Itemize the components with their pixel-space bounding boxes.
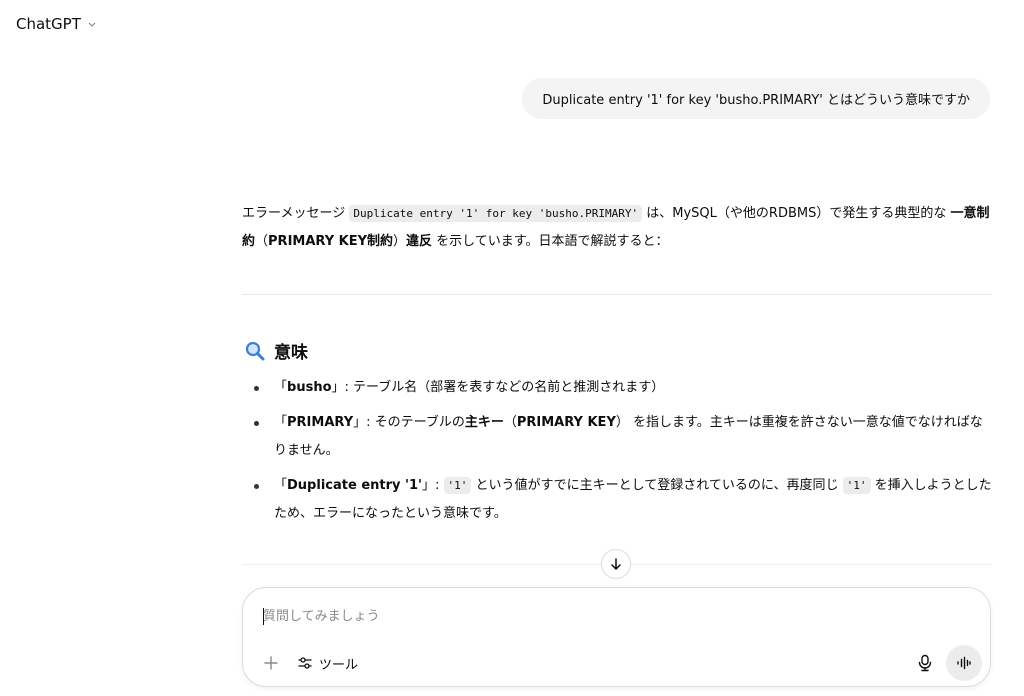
inline-code: '1' xyxy=(842,477,871,494)
scroll-to-bottom-button[interactable] xyxy=(601,549,631,579)
top-bar: ChatGPT xyxy=(0,0,1024,52)
inline-code: '1' xyxy=(443,477,472,494)
item-bold: PRIMARY KEY xyxy=(516,415,616,430)
voice-mode-button[interactable] xyxy=(946,645,982,681)
intro-text-2: は、MySQL（や他のRDBMS）で発生する典型的な xyxy=(642,206,951,221)
item-text: 」: xyxy=(422,478,444,493)
list-item: 「PRIMARY」: そのテーブルの主キー（PRIMARY KEY） を指します… xyxy=(254,409,992,465)
item-bold: 主キー xyxy=(464,415,504,430)
composer: ツール xyxy=(242,587,991,687)
chevron-down-icon xyxy=(88,22,96,27)
item-text: 「 xyxy=(274,415,288,430)
item-bold: busho xyxy=(287,380,332,395)
list-item: 「busho」: テーブル名（部署を表すなどの名前と推測されます） xyxy=(254,374,992,402)
plus-icon xyxy=(264,656,278,670)
tools-button[interactable]: ツール xyxy=(297,651,358,675)
model-switcher[interactable]: ChatGPT xyxy=(16,15,97,33)
user-message-text: Duplicate entry '1' for key 'busho.PRIMA… xyxy=(542,93,970,108)
item-text: 「 xyxy=(274,478,288,493)
section-title: 意味 xyxy=(274,343,308,363)
item-text: 」: そのテーブルの xyxy=(353,415,465,430)
item-text: という値がすでに主キーとして登録されているのに、再度同じ xyxy=(471,478,843,493)
voice-mode-icon xyxy=(957,656,971,670)
intro-text-4: ） xyxy=(393,234,407,249)
intro-bold-2: PRIMARY KEY制約 xyxy=(268,234,394,249)
item-bold: Duplicate entry '1' xyxy=(287,478,423,493)
list-item: 「Duplicate entry '1'」: '1' という値がすでに主キーとし… xyxy=(254,472,992,528)
model-name: ChatGPT xyxy=(16,15,81,33)
intro-text-1: エラーメッセージ xyxy=(242,206,350,221)
intro-text-3: （ xyxy=(255,234,269,249)
section-heading: 意味 xyxy=(244,338,308,363)
item-bold: PRIMARY xyxy=(287,415,354,430)
divider xyxy=(242,294,992,295)
assistant-intro: エラーメッセージ Duplicate entry '1' for key 'bu… xyxy=(242,200,992,256)
meaning-list: 「busho」: テーブル名（部署を表すなどの名前と推測されます） 「PRIMA… xyxy=(254,374,992,535)
sliders-icon xyxy=(298,657,312,669)
user-message-bubble: Duplicate entry '1' for key 'busho.PRIMA… xyxy=(522,78,990,119)
item-text: （ xyxy=(503,415,517,430)
intro-bold-3: 違反 xyxy=(406,234,433,249)
prompt-input[interactable] xyxy=(263,604,903,628)
assistant-message: エラーメッセージ Duplicate entry '1' for key 'bu… xyxy=(242,200,992,256)
magnifier-icon xyxy=(245,341,265,360)
tools-label: ツール xyxy=(319,657,359,673)
item-text: 「 xyxy=(274,380,288,395)
microphone-icon xyxy=(918,654,932,672)
arrow-down-icon xyxy=(611,558,621,570)
intro-text-5: を示しています。日本語で解説すると： xyxy=(432,234,669,249)
inline-code: Duplicate entry '1' for key 'busho.PRIMA… xyxy=(349,205,643,222)
dictate-button[interactable] xyxy=(911,649,939,677)
item-text: 」: テーブル名（部署を表すなどの名前と推測されます） xyxy=(331,380,665,395)
add-attachment-button[interactable] xyxy=(259,651,283,675)
